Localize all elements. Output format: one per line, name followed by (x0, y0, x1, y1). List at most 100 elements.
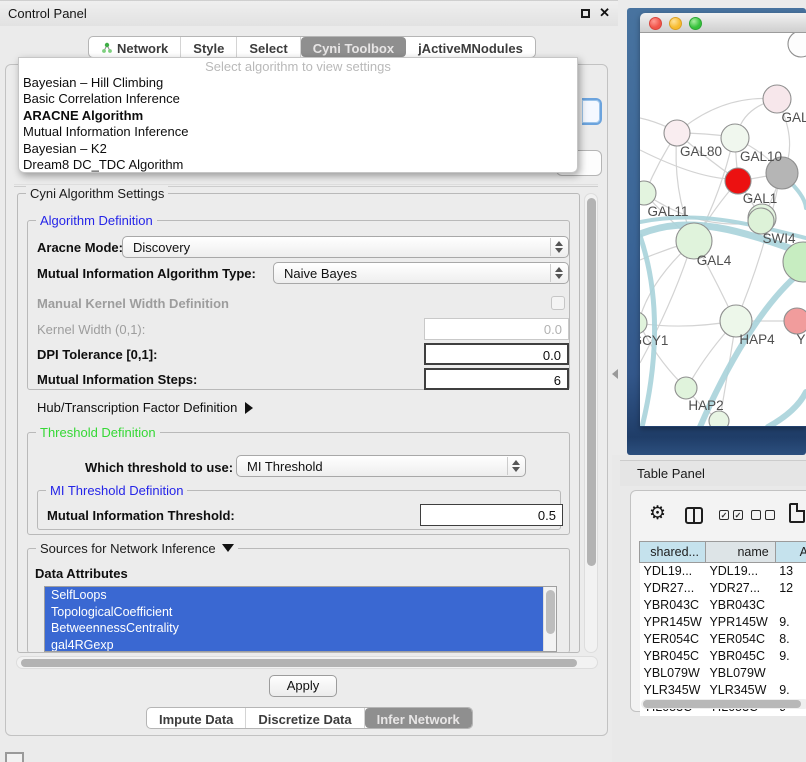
window-zoom-icon[interactable] (689, 17, 702, 30)
table-row[interactable]: YDL19...YDL19...13 (640, 563, 806, 580)
table-row[interactable]: YLR345WYLR345W9. (640, 682, 806, 699)
which-threshold-value: MI Threshold (247, 459, 323, 474)
manual-kernel-checkbox[interactable] (551, 296, 565, 310)
restore-panel-icon[interactable] (5, 752, 24, 762)
apply-button[interactable]: Apply (269, 675, 337, 697)
aracne-mode-combo[interactable]: Discovery (122, 236, 569, 258)
table-panel-title: Table Panel (637, 466, 705, 481)
algorithm-option[interactable]: Basic Correlation Inference (19, 91, 577, 107)
tab-cyni-toolbox[interactable]: Cyni Toolbox (301, 37, 406, 57)
sources-group-title[interactable]: Sources for Network Inference (36, 541, 238, 556)
tab-style[interactable]: Style (181, 37, 237, 57)
algorithm-option[interactable]: Mutual Information Inference (19, 124, 577, 140)
tab-impute-data[interactable]: Impute Data (147, 708, 246, 728)
network-window-titlebar[interactable] (640, 13, 806, 33)
kernel-width-label: Kernel Width (0,1): (37, 322, 145, 337)
data-attribute-item[interactable]: TopologicalCoefficient (45, 604, 543, 621)
node-label: GAL80 (680, 144, 722, 159)
table-row[interactable]: YDR27...YDR27...12 (640, 580, 806, 597)
list-vertical-scrollbar[interactable] (543, 587, 556, 651)
columns-icon[interactable] (685, 507, 703, 524)
node-label: GAL1 (743, 191, 778, 206)
tab-infer-network[interactable]: Infer Network (365, 708, 472, 728)
settings-vertical-scrollbar[interactable] (584, 193, 598, 653)
table-row[interactable]: YBR045CYBR045C9. (640, 648, 806, 665)
algorithm-option[interactable]: ARACNE Algorithm (19, 108, 577, 124)
dpi-tolerance-input[interactable]: 0.0 (424, 343, 569, 365)
stepper-arrows-icon (550, 238, 567, 256)
network-view-frame: GALGAL80GAL10GAL1GAL11GAL4SWI4GCY1HAP4YH… (627, 8, 806, 455)
gear-icon[interactable]: ⚙ (649, 504, 666, 523)
table-row[interactable]: YER054CYER054C8. (640, 631, 806, 648)
control-panel-title: Control Panel (8, 6, 87, 21)
close-icon[interactable]: ✕ (599, 5, 610, 21)
mi-type-combo[interactable]: Naive Bayes (273, 262, 569, 284)
which-threshold-label: Which threshold to use: (85, 460, 233, 475)
window-close-icon[interactable] (649, 17, 662, 30)
expander-collapsed-icon (245, 402, 253, 414)
kernel-width-input[interactable]: 0.0 (424, 318, 569, 340)
mi-type-label: Mutual Information Algorithm Type: (37, 266, 256, 281)
new-table-icon[interactable] (789, 503, 805, 523)
column-header[interactable]: shared... (640, 542, 706, 563)
network-node-gcy1[interactable] (640, 312, 647, 334)
mi-threshold-label: Mutual Information Threshold: (47, 508, 235, 523)
hub-definition-expander[interactable]: Hub/Transcription Factor Definition (37, 400, 253, 415)
table-row[interactable]: YPR145WYPR145W9. (640, 614, 806, 631)
control-panel-tabbar: NetworkStyleSelectCyni ToolboxjActiveMNo… (88, 36, 536, 58)
data-attribute-item[interactable]: SelfLoops (45, 587, 543, 604)
deselect-all-checkboxes-icon[interactable] (751, 510, 775, 520)
tab-select[interactable]: Select (237, 37, 300, 57)
algorithm-option[interactable]: Dream8 DC_TDC Algorithm (19, 157, 577, 173)
settings-horizontal-scrollbar[interactable] (16, 656, 598, 669)
expander-expanded-icon (222, 544, 234, 552)
select-all-checkboxes-icon[interactable]: ✓✓ (719, 510, 743, 520)
network-node-gal10[interactable] (721, 124, 749, 152)
mi-threshold-group-title: MI Threshold Definition (46, 483, 187, 498)
node-label: GAL4 (697, 253, 732, 268)
table-panel-window: ⚙ ✓✓ shared...nameA YDL19...YDL19...13YD… (630, 490, 806, 712)
network-node-gal[interactable] (763, 85, 791, 113)
network-window[interactable]: GALGAL80GAL10GAL1GAL11GAL4SWI4GCY1HAP4YH… (640, 13, 806, 427)
network-node-gal11[interactable] (640, 181, 656, 205)
manual-kernel-label: Manual Kernel Width Definition (37, 296, 229, 311)
mi-steps-input[interactable]: 6 (424, 368, 569, 390)
mi-threshold-input[interactable]: 0.5 (420, 504, 563, 526)
data-attribute-item[interactable]: gal4RGexp (45, 637, 543, 653)
window-minimize-icon[interactable] (669, 17, 682, 30)
algorithm-option[interactable]: Bayesian – K2 (19, 141, 577, 157)
network-node[interactable] (709, 411, 729, 426)
data-attributes-list[interactable]: SelfLoopsTopologicalCoefficientBetweenne… (44, 586, 557, 652)
float-window-icon[interactable] (581, 9, 590, 18)
data-attributes-label: Data Attributes (35, 566, 128, 581)
node-table: shared...nameA YDL19...YDL19...13YDR27..… (639, 541, 806, 716)
algorithm-dropdown-popup: Select algorithm to view settings Bayesi… (18, 57, 578, 173)
tab-discretize-data[interactable]: Discretize Data (246, 708, 364, 728)
panel-collapse-handle[interactable] (612, 369, 618, 379)
obscured-combo-focus-fragment (582, 98, 602, 125)
network-graph[interactable]: GALGAL80GAL10GAL1GAL11GAL4SWI4GCY1HAP4YH… (640, 33, 806, 426)
network-canvas[interactable]: GALGAL80GAL10GAL1GAL11GAL4SWI4GCY1HAP4YH… (640, 33, 806, 426)
which-threshold-combo[interactable]: MI Threshold (236, 455, 526, 477)
algorithm-dropdown-list: Bayesian – Hill ClimbingBasic Correlatio… (19, 75, 577, 173)
table-horizontal-scrollbar[interactable] (641, 699, 806, 709)
column-header[interactable]: A (775, 542, 806, 563)
data-attribute-item[interactable]: BetweennessCentrality (45, 620, 543, 637)
tab-jactivemnodules[interactable]: jActiveMNodules (406, 37, 535, 57)
threshold-definition-title: Threshold Definition (36, 425, 160, 440)
app-screen: Control Panel ✕ NetworkStyleSelectCyni T… (0, 0, 806, 762)
network-node[interactable] (788, 33, 806, 57)
tab-network[interactable]: Network (89, 37, 181, 57)
column-header[interactable]: name (705, 542, 775, 563)
node-label: GAL11 (647, 204, 688, 219)
node-label: Y (796, 332, 805, 347)
network-node-y[interactable] (784, 308, 806, 334)
network-node-gal80[interactable] (664, 120, 690, 146)
table-row[interactable]: YBL079WYBL079W (640, 665, 806, 682)
table-panel-titlebar: Table Panel (620, 460, 806, 486)
node-label: HAP2 (688, 398, 723, 413)
bottom-tabbar: Impute DataDiscretize DataInfer Network (146, 707, 473, 729)
algorithm-option[interactable]: Bayesian – Hill Climbing (19, 75, 577, 91)
table-row[interactable]: YBR043CYBR043C (640, 597, 806, 614)
network-node-hap2[interactable] (675, 377, 697, 399)
